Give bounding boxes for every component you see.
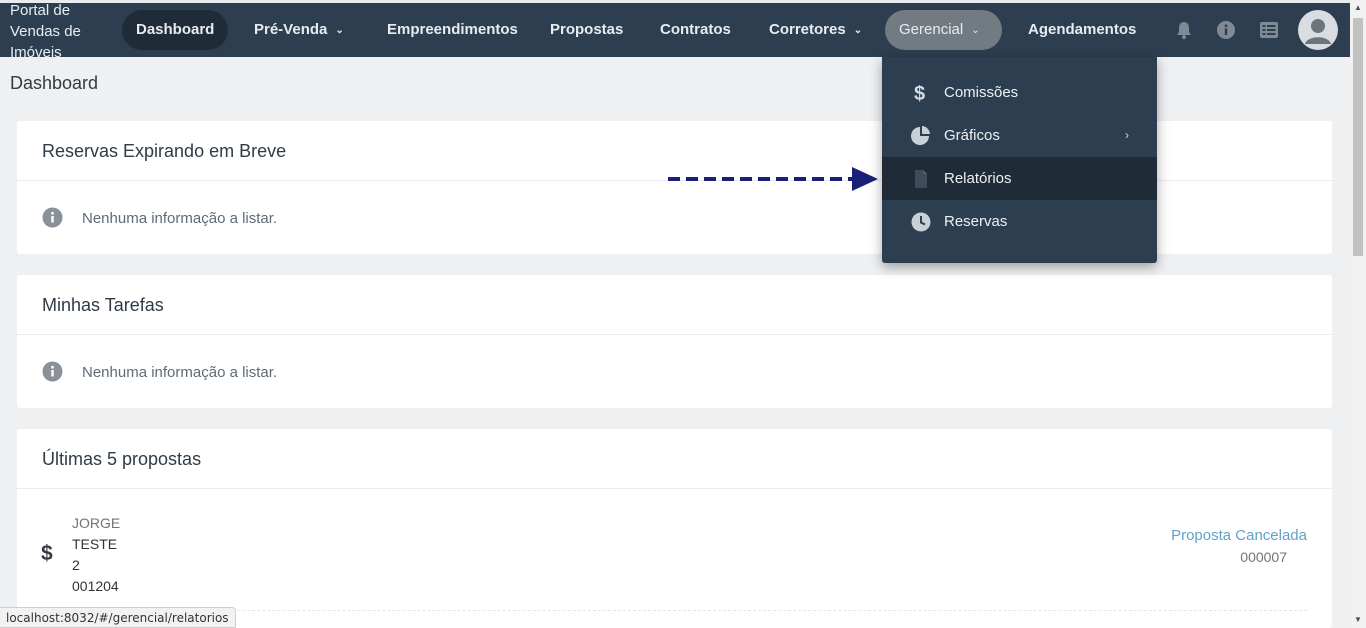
bell-icon[interactable] (1174, 20, 1194, 40)
empty-message: Nenhuma informação a listar. (82, 364, 278, 381)
document-icon (915, 170, 927, 188)
menu-item-relatorios[interactable]: Relatórios (882, 157, 1157, 200)
menu-item-reservas[interactable]: Reservas (882, 200, 1157, 243)
nav-pre-venda[interactable]: Pré-Venda ⌄ (240, 10, 358, 50)
empty-message: Nenhuma informação a listar. (82, 210, 278, 227)
brand-title[interactable]: Portal de Vendas de Imóveis (10, 0, 106, 63)
proposal-client-last: TESTE (72, 536, 118, 552)
info-icon (42, 207, 63, 228)
info-icon[interactable] (1216, 20, 1236, 40)
card-minhas-tarefas: Minhas Tarefas Nenhuma informação a list… (17, 275, 1332, 408)
scroll-thumb[interactable] (1353, 18, 1363, 256)
top-navbar: Portal de Vendas de Imóveis Dashboard Pr… (0, 0, 1350, 61)
dollar-icon: $ (41, 542, 53, 563)
svg-text:$: $ (914, 83, 925, 104)
annotation-arrow (668, 167, 878, 191)
scroll-up-arrow[interactable]: ▲ (1350, 0, 1366, 16)
nav-gerencial-label: Gerencial (899, 21, 964, 38)
info-icon (42, 361, 63, 382)
chevron-right-icon: › (1125, 128, 1129, 142)
menu-item-label: Gráficos (944, 127, 1000, 144)
pie-chart-icon (911, 126, 930, 145)
proposal-unit: 2 (72, 557, 80, 573)
list-icon[interactable] (1259, 20, 1279, 40)
chevron-down-icon: ⌄ (335, 25, 344, 36)
proposal-client-first: JORGE (72, 515, 121, 531)
proposal-client: JORGE TESTE 2 001204 (72, 513, 120, 597)
card-title: Últimas 5 propostas (17, 429, 1332, 489)
proposal-status[interactable]: Proposta Cancelada (1171, 525, 1307, 547)
nav-corretores-label: Corretores (769, 21, 846, 38)
card-title: Minhas Tarefas (17, 275, 1332, 335)
nav-dashboard[interactable]: Dashboard (122, 10, 229, 50)
nav-corretores[interactable]: Corretores ⌄ (755, 10, 876, 50)
nav-pre-venda-label: Pré-Venda (254, 21, 328, 38)
nav-propostas[interactable]: Propostas (536, 10, 637, 50)
nav-agendamentos[interactable]: Agendamentos (1014, 10, 1150, 50)
user-avatar[interactable] (1298, 10, 1338, 50)
clock-icon (911, 212, 931, 232)
proposal-row[interactable]: $ JORGE TESTE 2 001204 Proposta Cancelad… (17, 489, 1332, 611)
browser-status-url: localhost:8032/#/gerencial/relatorios (0, 607, 236, 628)
dollar-icon: $ (914, 83, 925, 104)
proposal-code: 000007 (1240, 549, 1287, 565)
menu-item-label: Reservas (944, 213, 1008, 230)
chevron-down-icon: ⌄ (971, 25, 980, 36)
menu-item-comissoes[interactable]: $ Comissões (882, 71, 1157, 114)
menu-item-label: Comissões (944, 84, 1019, 101)
proposal-status-block: Proposta Cancelada 000007 (1171, 525, 1307, 568)
nav-contratos[interactable]: Contratos (646, 10, 745, 50)
scroll-down-arrow[interactable]: ▼ (1350, 612, 1366, 628)
proposal-number: 001204 (72, 578, 119, 594)
user-icon (1305, 19, 1331, 44)
nav-gerencial[interactable]: Gerencial ⌄ (885, 10, 1002, 50)
page-title: Dashboard (10, 73, 99, 93)
menu-item-label: Relatórios (944, 170, 1012, 187)
card-ultimas-propostas: Últimas 5 propostas $ JORGE TESTE 2 0012… (17, 429, 1332, 628)
page-scrollbar[interactable]: ▲ ▼ (1350, 0, 1366, 628)
nav-empreendimentos[interactable]: Empreendimentos (373, 10, 532, 50)
svg-text:$: $ (41, 542, 53, 563)
chevron-down-icon: ⌄ (853, 25, 863, 36)
menu-item-graficos[interactable]: Gráficos › (882, 114, 1157, 157)
gerencial-dropdown-menu: $ Comissões Gráficos › Relatórios Reserv… (882, 57, 1157, 263)
